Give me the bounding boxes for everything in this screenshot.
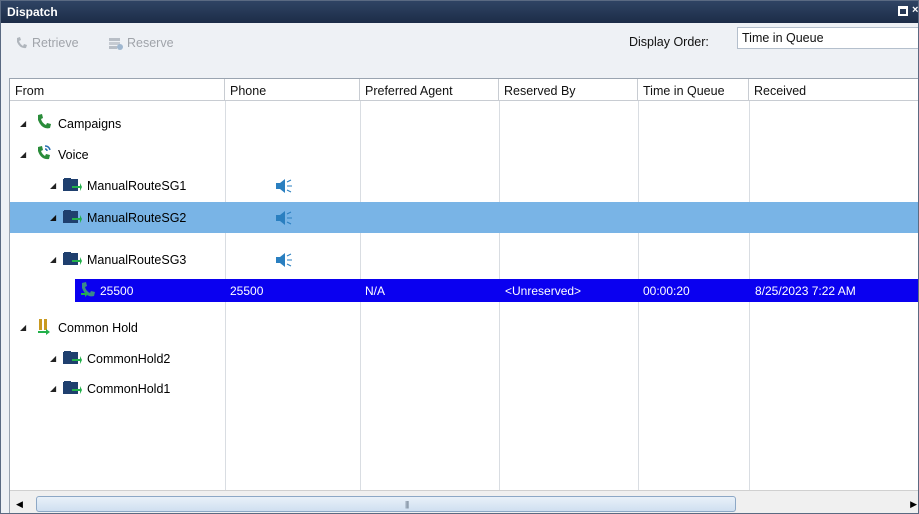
tree-row-manualroutesg3[interactable]: ◢ ManualRouteSG3: [10, 244, 918, 275]
column-header-from[interactable]: From: [10, 79, 225, 101]
title-bar: Dispatch ×: [1, 1, 918, 23]
scroll-left-icon[interactable]: ◀: [16, 499, 23, 510]
display-order-label: Display Order:: [629, 35, 709, 49]
reserve-icon: [109, 38, 123, 50]
phone-handset-icon: [38, 114, 51, 129]
tree-label: ManualRouteSG1: [87, 178, 187, 193]
expand-triangle-icon[interactable]: ◢: [50, 354, 56, 363]
display-order-value: Time in Queue: [742, 31, 824, 45]
hold-icon: [38, 319, 50, 335]
queue-folder-icon: [63, 210, 82, 223]
tree-label: Common Hold: [58, 320, 138, 335]
maximize-icon[interactable]: [898, 6, 908, 16]
column-header-reserved-by[interactable]: Reserved By: [499, 79, 638, 101]
column-header-received[interactable]: Received: [749, 79, 918, 101]
column-header-time-in-queue[interactable]: Time in Queue: [638, 79, 749, 101]
phone-icon: [17, 37, 27, 49]
queue-folder-icon: [63, 178, 82, 191]
tree-label: ManualRouteSG3: [87, 252, 187, 267]
grid-header: From Phone Preferred Agent Reserved By T…: [10, 79, 918, 101]
speaker-icon[interactable]: [275, 210, 293, 226]
tree-row-commonhold2[interactable]: ◢ CommonHold2: [10, 343, 918, 374]
expand-triangle-icon[interactable]: ◢: [20, 150, 26, 159]
close-icon[interactable]: ×: [912, 4, 918, 18]
queue-folder-icon: [63, 351, 82, 364]
toolbar: Retrieve Reserve Display Order: Time in …: [1, 23, 918, 68]
reserve-button[interactable]: Reserve: [108, 33, 174, 53]
tree-row-manualroutesg1[interactable]: ◢ ManualRouteSG1: [10, 170, 918, 201]
cell-preferred-agent: N/A: [365, 283, 386, 298]
phone-voice-icon: [38, 145, 51, 160]
expand-triangle-icon[interactable]: ◢: [20, 323, 26, 332]
call-item-icon: [81, 282, 95, 297]
window-title: Dispatch: [7, 5, 58, 19]
tree-label: CommonHold2: [87, 351, 171, 366]
retrieve-label: Retrieve: [32, 36, 79, 50]
expand-triangle-icon[interactable]: ◢: [50, 384, 56, 393]
queue-folder-icon: [63, 252, 82, 265]
table-row-call-25500[interactable]: 25500 25500 N/A <Unreserved> 00:00:20 8/…: [75, 279, 918, 302]
tree-row-voice[interactable]: ◢ Voice: [10, 139, 918, 170]
grip-icon: |||: [405, 500, 409, 509]
cell-time-in-queue: 00:00:20: [643, 283, 690, 298]
tree-row-manualroutesg2[interactable]: ◢ ManualRouteSG2: [10, 202, 918, 233]
speaker-icon[interactable]: [275, 178, 293, 194]
expand-triangle-icon[interactable]: ◢: [50, 181, 56, 190]
cell-phone: 25500: [230, 283, 264, 298]
expand-triangle-icon[interactable]: ◢: [20, 119, 26, 128]
tree-label: ManualRouteSG2: [87, 210, 187, 225]
queue-folder-icon: [63, 381, 82, 394]
tree-row-common-hold[interactable]: ◢ Common Hold: [10, 312, 918, 343]
cell-reserved-by: <Unreserved>: [505, 283, 582, 298]
dispatch-grid: From Phone Preferred Agent Reserved By T…: [9, 78, 918, 513]
reserve-label: Reserve: [127, 36, 174, 50]
column-header-preferred-agent[interactable]: Preferred Agent: [360, 79, 499, 101]
tree-label: Campaigns: [58, 116, 122, 131]
speaker-icon[interactable]: [275, 252, 293, 268]
column-header-phone[interactable]: Phone: [225, 79, 360, 101]
retrieve-button[interactable]: Retrieve: [15, 33, 79, 53]
cell-from: 25500: [100, 283, 134, 298]
display-order-select[interactable]: Time in Queue ▼: [737, 27, 918, 49]
horizontal-scrollbar[interactable]: ◀ ||| ▶: [10, 490, 918, 513]
tree-row-commonhold1[interactable]: ◢ CommonHold1: [10, 373, 918, 404]
scrollbar-thumb[interactable]: |||: [36, 496, 736, 512]
tree-label: Voice: [58, 147, 89, 162]
scroll-right-icon[interactable]: ▶: [910, 499, 917, 510]
tree-label: CommonHold1: [87, 381, 171, 396]
dispatch-window: Dispatch × Retrieve Reserve Display Orde…: [0, 0, 919, 514]
cell-received: 8/25/2023 7:22 AM: [755, 283, 856, 298]
expand-triangle-icon[interactable]: ◢: [50, 255, 56, 264]
expand-triangle-icon[interactable]: ◢: [50, 213, 56, 222]
tree-row-campaigns[interactable]: ◢ Campaigns: [10, 108, 918, 139]
